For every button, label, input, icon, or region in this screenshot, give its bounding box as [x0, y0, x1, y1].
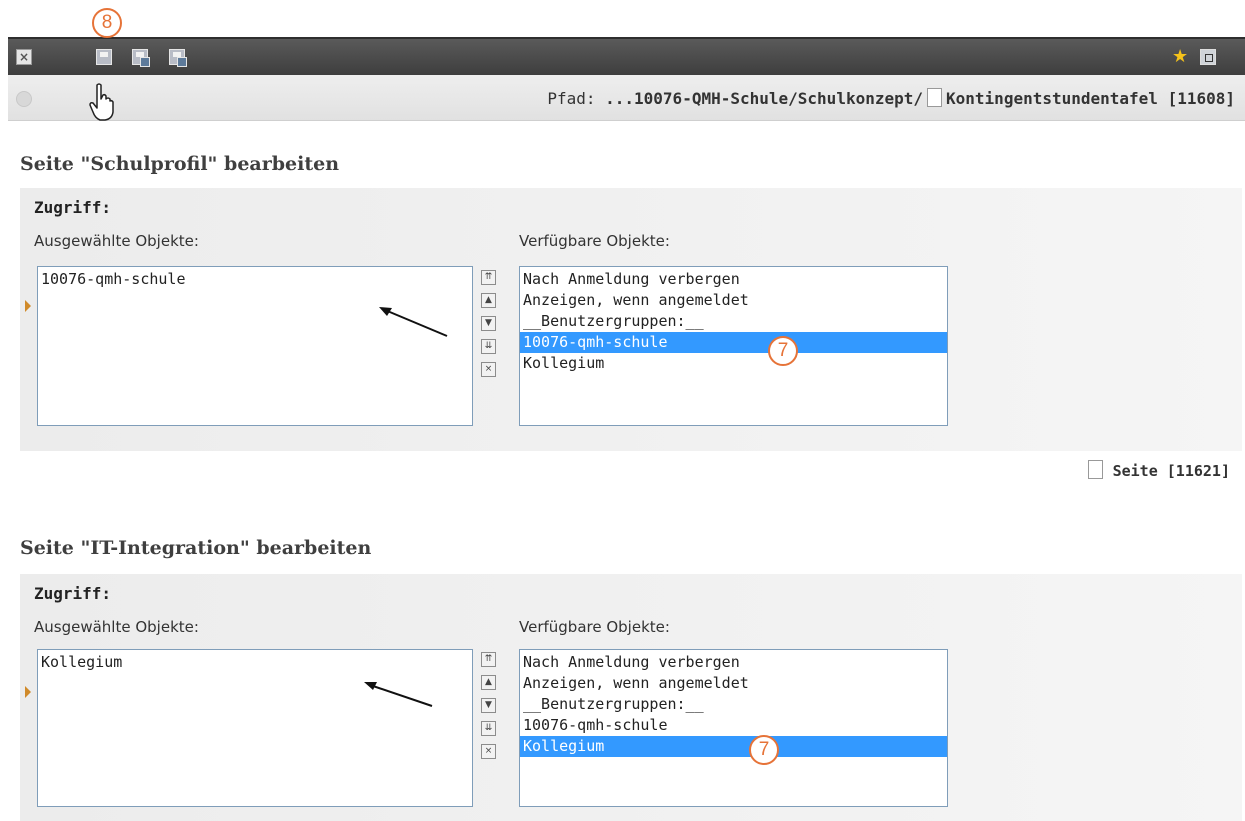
save-cancel-icon[interactable] [169, 49, 187, 67]
list-item[interactable]: Nach Anmeldung verbergen [520, 269, 947, 290]
list-item[interactable]: Kollegium [38, 652, 472, 673]
list-item[interactable]: 10076-qmh-schule [38, 269, 472, 290]
back-icon[interactable] [16, 91, 32, 107]
breadcrumb: Pfad: ...10076-QMH-Schule/Schulkonzept/K… [547, 88, 1235, 108]
star-icon[interactable]: ★ [1172, 48, 1188, 66]
list-item[interactable]: Kollegium [520, 353, 947, 374]
path-bar: Pfad: ...10076-QMH-Schule/Schulkonzept/K… [8, 75, 1245, 121]
list-item-selected[interactable]: 10076-qmh-schule [520, 332, 947, 353]
list-button-column: ⇈ ▲ ▼ ⇊ × [481, 652, 497, 767]
access-label: Zugriff: [34, 198, 112, 217]
annotation-badge: 8 [92, 8, 122, 38]
annotation-badge: 7 [768, 336, 798, 366]
list-item[interactable]: Anzeigen, wenn angemeldet [520, 290, 947, 311]
selected-objects-list[interactable]: Kollegium [37, 649, 473, 807]
remove-button[interactable]: × [481, 362, 496, 377]
move-top-button[interactable]: ⇈ [481, 652, 496, 667]
save-close-icon[interactable] [132, 49, 150, 67]
move-bottom-button[interactable]: ⇊ [481, 339, 496, 354]
fullscreen-icon[interactable] [1200, 49, 1216, 65]
list-item[interactable]: 10076-qmh-schule [520, 715, 947, 736]
section-title: Seite "Schulprofil" bearbeiten [20, 153, 340, 175]
list-item[interactable]: __Benutzergruppen:__ [520, 311, 947, 332]
path-page[interactable]: Kontingentstundentafel [11608] [946, 89, 1235, 108]
page-icon [1087, 460, 1103, 479]
move-up-button[interactable]: ▲ [481, 293, 496, 308]
arrow-annotation-icon [364, 682, 433, 707]
move-down-button[interactable]: ▼ [481, 698, 496, 713]
toolbar: × ★ [8, 37, 1245, 75]
path-value[interactable]: ...10076-QMH-Schule/Schulkonzept/ [605, 89, 923, 108]
access-label: Zugriff: [34, 584, 112, 603]
selected-objects-list[interactable]: 10076-qmh-schule [37, 266, 473, 426]
expand-marker-icon [25, 300, 31, 312]
page-link[interactable]: Seite [11621] [1084, 460, 1230, 480]
list-item[interactable]: Anzeigen, wenn angemeldet [520, 673, 947, 694]
move-down-button[interactable]: ▼ [481, 316, 496, 331]
hand-cursor-icon [89, 83, 114, 121]
path-label: Pfad: [547, 89, 596, 108]
annotation-badge: 7 [749, 735, 779, 765]
list-item[interactable]: Nach Anmeldung verbergen [520, 652, 947, 673]
move-up-button[interactable]: ▲ [481, 675, 496, 690]
access-panel: Zugriff: Ausgewählte Objekte: Verfügbare… [20, 574, 1242, 821]
save-icon[interactable] [96, 49, 112, 65]
move-top-button[interactable]: ⇈ [481, 270, 496, 285]
close-icon[interactable]: × [16, 49, 32, 65]
section-title: Seite "IT-Integration" bearbeiten [20, 537, 372, 559]
page-link-label[interactable]: Seite [11621] [1113, 462, 1230, 480]
selected-objects-label: Ausgewählte Objekte: [34, 232, 199, 250]
available-objects-label: Verfügbare Objekte: [519, 618, 670, 636]
move-bottom-button[interactable]: ⇊ [481, 721, 496, 736]
available-objects-label: Verfügbare Objekte: [519, 232, 670, 250]
list-button-column: ⇈ ▲ ▼ ⇊ × [481, 270, 497, 385]
list-item-selected[interactable]: Kollegium [520, 736, 947, 757]
selected-objects-label: Ausgewählte Objekte: [34, 618, 199, 636]
page-icon [927, 88, 943, 107]
expand-marker-icon [25, 686, 31, 698]
arrow-annotation-icon [379, 307, 448, 337]
access-panel: Zugriff: Ausgewählte Objekte: Verfügbare… [20, 188, 1242, 451]
list-item[interactable]: __Benutzergruppen:__ [520, 694, 947, 715]
remove-button[interactable]: × [481, 744, 496, 759]
available-objects-list[interactable]: Nach Anmeldung verbergen Anzeigen, wenn … [519, 266, 948, 426]
available-objects-list[interactable]: Nach Anmeldung verbergen Anzeigen, wenn … [519, 649, 948, 807]
